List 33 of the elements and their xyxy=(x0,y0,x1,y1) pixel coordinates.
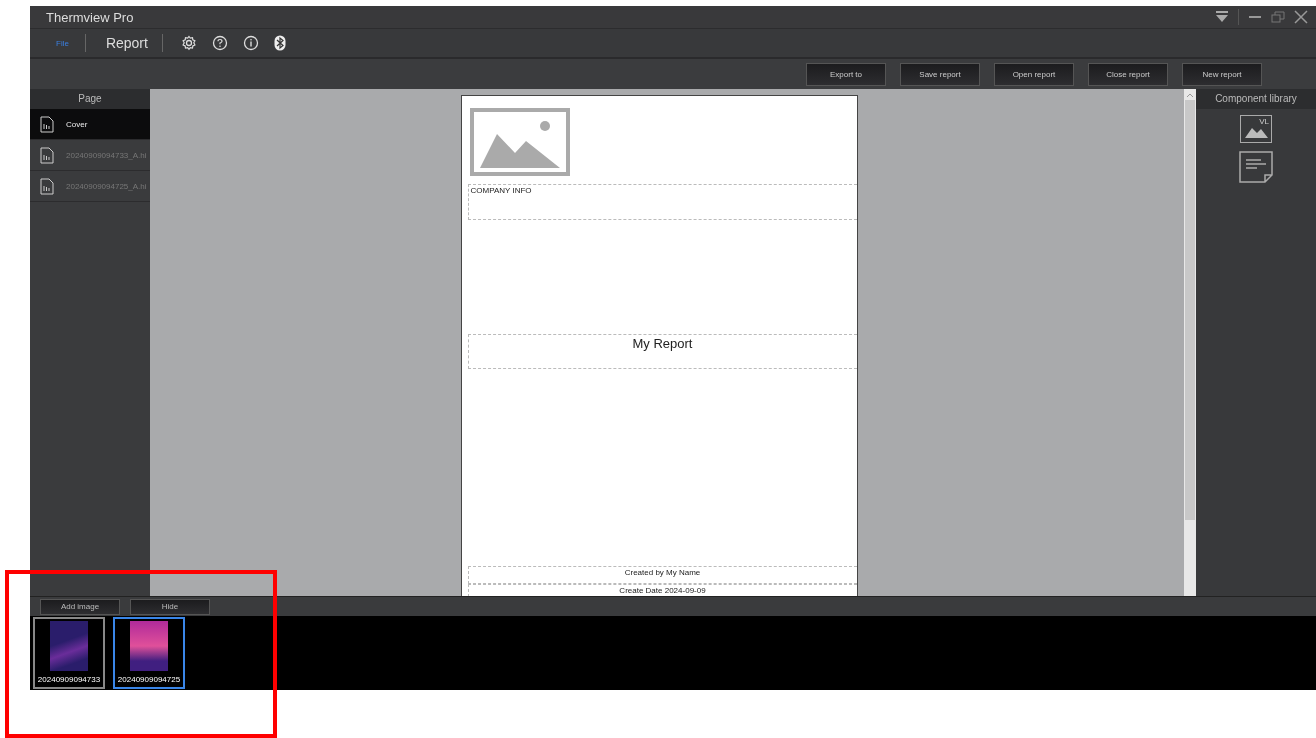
image-placeholder-icon xyxy=(469,108,570,176)
company-info-text: COMPANY INFO xyxy=(467,184,857,220)
photo-placeholder xyxy=(50,621,88,671)
toolbar-button[interactable]: Save report xyxy=(900,62,980,86)
image-thumbnail[interactable]: 20240909094733 xyxy=(33,617,105,689)
created-by-text: Created by My Name xyxy=(467,566,857,584)
image-bar-button[interactable]: Add image xyxy=(40,598,120,615)
file-icon xyxy=(40,177,54,195)
file-icon xyxy=(40,146,54,164)
dropdown-icon[interactable] xyxy=(1215,11,1229,23)
image-thumbnail[interactable]: 20240909094725 xyxy=(113,617,185,689)
menu-tab[interactable]: Report xyxy=(85,35,162,51)
close-icon[interactable] xyxy=(1294,10,1308,24)
bluetooth-icon[interactable] xyxy=(273,35,286,51)
help-icon[interactable] xyxy=(211,35,228,51)
photo-placeholder xyxy=(130,621,168,671)
page-item[interactable]: Cover xyxy=(30,109,150,140)
panel-header: Page xyxy=(30,89,150,109)
text-component-icon[interactable] xyxy=(1239,151,1273,183)
toolbar-button[interactable]: New report xyxy=(1182,62,1262,86)
scrollbar[interactable] xyxy=(1184,89,1196,596)
toolbar-button[interactable]: Close report xyxy=(1088,62,1168,86)
file-icon xyxy=(40,115,54,133)
report-title: My Report xyxy=(467,334,857,369)
settings-icon[interactable] xyxy=(180,35,197,51)
panel-header: Component library xyxy=(1196,89,1316,109)
window-title: Thermview Pro xyxy=(46,9,134,25)
toolbar-button[interactable]: Open report xyxy=(994,62,1074,86)
scroll-up-icon[interactable] xyxy=(1186,92,1194,98)
info-icon[interactable] xyxy=(242,35,259,51)
toolbar-button[interactable]: Export to xyxy=(806,62,886,86)
image-component-icon[interactable]: VL xyxy=(1240,115,1272,143)
image-bar-button[interactable]: Hide xyxy=(130,598,210,615)
